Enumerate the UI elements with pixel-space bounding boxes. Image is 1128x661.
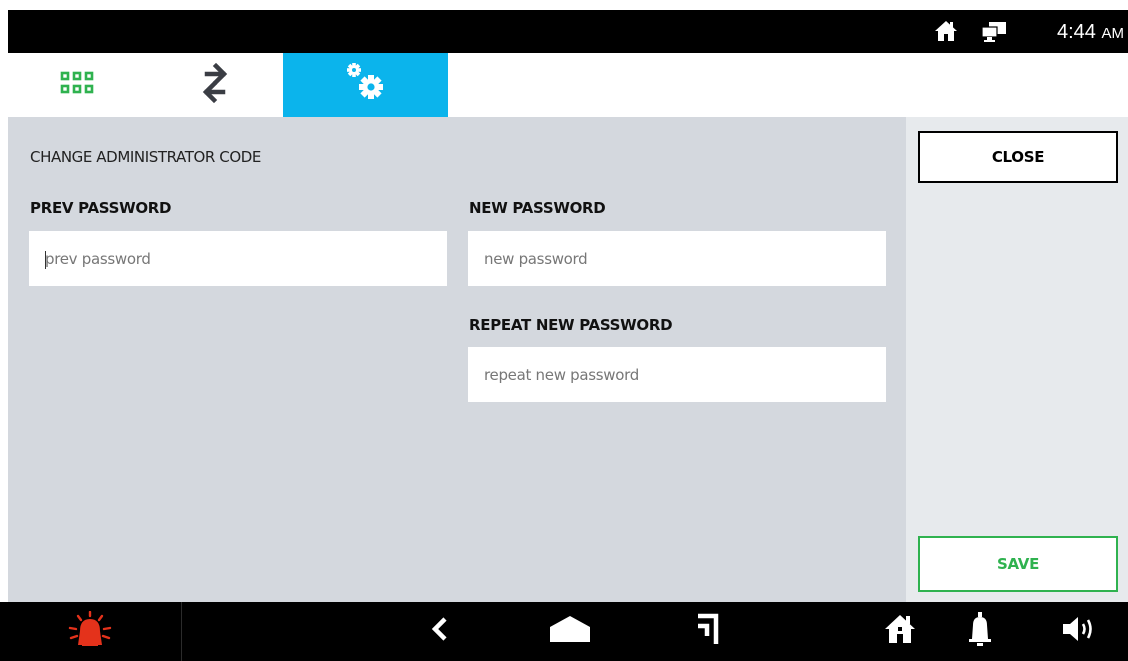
alarm-button[interactable] xyxy=(20,602,160,661)
alarm-icon xyxy=(68,610,112,652)
status-bar: 4:44 AM xyxy=(8,10,1128,53)
tab-bar xyxy=(8,53,1128,117)
repeat-password-input[interactable] xyxy=(468,347,886,402)
transfer-arrows-icon xyxy=(201,62,229,109)
prev-password-input[interactable] xyxy=(29,231,447,286)
clock-ampm: AM xyxy=(1101,25,1125,42)
clock-time: 4:44 xyxy=(1057,21,1096,43)
save-button[interactable]: SAVE xyxy=(918,536,1118,592)
section-title: CHANGE ADMINISTRATOR CODE xyxy=(30,148,261,166)
house-button[interactable] xyxy=(870,602,930,661)
back-button[interactable] xyxy=(405,602,475,661)
bell-button[interactable] xyxy=(950,602,1010,661)
back-icon xyxy=(430,616,450,647)
recent-icon xyxy=(695,612,719,651)
nav-divider xyxy=(181,602,182,661)
home-icon xyxy=(548,614,592,649)
volume-icon xyxy=(1060,615,1100,648)
tab-apps[interactable] xyxy=(8,53,146,117)
action-panel: CLOSE SAVE xyxy=(906,117,1128,602)
prev-password-label: PREV PASSWORD xyxy=(30,199,172,217)
status-clock: 4:44 AM xyxy=(1057,22,1124,44)
text-caret xyxy=(45,251,46,269)
top-margin xyxy=(0,0,1128,10)
close-button[interactable]: CLOSE xyxy=(918,131,1118,183)
tab-settings[interactable] xyxy=(283,53,448,117)
new-password-input[interactable] xyxy=(468,231,886,286)
new-password-label: NEW PASSWORD xyxy=(469,199,606,217)
settings-gears-icon xyxy=(344,61,388,110)
repeat-password-label: REPEAT NEW PASSWORD xyxy=(469,316,673,334)
screen-icon xyxy=(980,21,1008,48)
volume-button[interactable] xyxy=(1045,602,1115,661)
bell-icon xyxy=(967,611,993,652)
bottom-nav-bar xyxy=(0,602,1128,661)
tab-transfer[interactable] xyxy=(146,53,284,117)
home-icon xyxy=(934,20,958,47)
house-icon xyxy=(883,613,917,650)
apps-grid-icon xyxy=(60,71,94,100)
recent-apps-button[interactable] xyxy=(672,602,742,661)
form-panel: CHANGE ADMINISTRATOR CODE PREV PASSWORD … xyxy=(8,117,906,602)
home-button[interactable] xyxy=(535,602,605,661)
